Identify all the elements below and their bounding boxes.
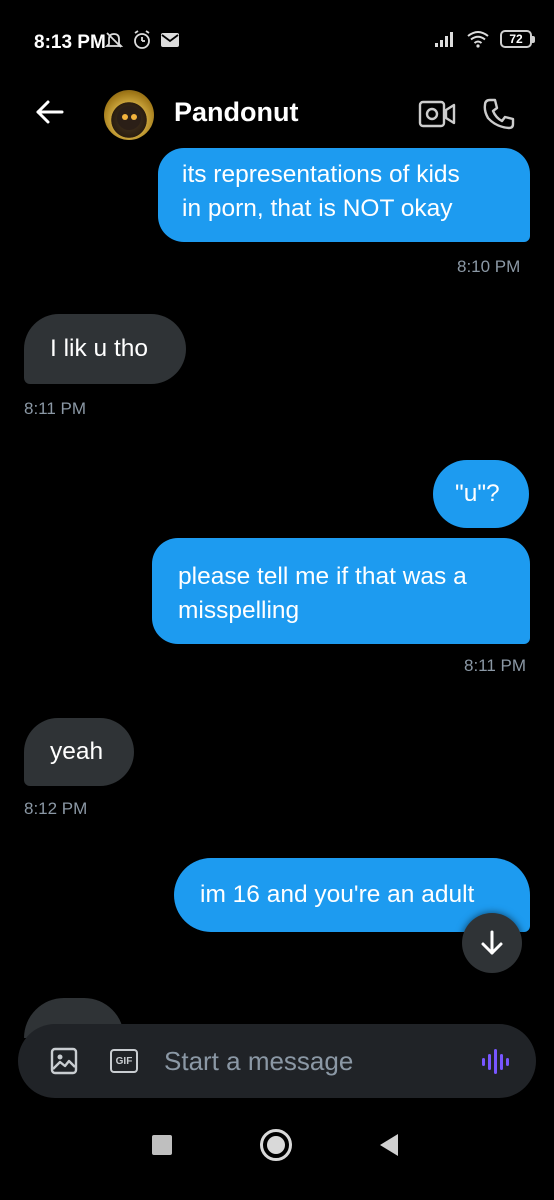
scroll-to-bottom-button[interactable] — [462, 913, 522, 973]
status-right: 72 — [434, 30, 535, 48]
recent-apps-button[interactable] — [152, 1135, 172, 1155]
message-timestamp: 8:12 PM — [24, 799, 88, 818]
phone-icon[interactable] — [482, 97, 516, 131]
message-bubble-sent[interactable]: please tell me if that was a misspelling — [152, 538, 530, 644]
gif-button[interactable]: GIF — [110, 1049, 138, 1073]
wifi-icon — [467, 31, 489, 48]
home-button[interactable] — [260, 1129, 292, 1161]
avatar-eye-left — [122, 114, 128, 120]
arrow-down-icon — [481, 930, 503, 955]
message-bubble-received[interactable]: yeah — [24, 718, 134, 786]
avatar-eye-right — [131, 114, 137, 120]
back-button[interactable] — [380, 1134, 398, 1156]
status-icons-left — [104, 30, 180, 50]
arrow-left-icon[interactable] — [34, 98, 66, 126]
battery-indicator: 72 — [500, 30, 535, 48]
avatar-face — [117, 106, 141, 130]
message-bubble-received[interactable]: I lik u tho — [24, 314, 186, 384]
image-icon[interactable] — [50, 1047, 78, 1075]
message-timestamp: 8:11 PM — [24, 399, 87, 418]
signal-icon — [435, 32, 453, 47]
avatar[interactable] — [104, 90, 154, 140]
message-bubble-sent[interactable]: "u"? — [433, 460, 529, 528]
mail-icon — [161, 33, 179, 47]
voice-waveform-icon[interactable] — [480, 1046, 510, 1076]
alarm-icon — [134, 30, 150, 49]
message-timestamp: 8:10 PM — [457, 257, 521, 276]
status-time: 8:13 PM — [34, 32, 106, 53]
video-call-icon[interactable] — [418, 100, 456, 128]
contact-name[interactable]: Pandonut — [174, 97, 298, 128]
message-timestamp: 8:11 PM — [464, 656, 527, 675]
message-input[interactable]: Start a message — [164, 1046, 353, 1077]
message-bubble-sent[interactable]: its representations of kids in porn, tha… — [158, 148, 530, 242]
bell-off-icon — [104, 32, 124, 48]
home-button-dot — [267, 1136, 285, 1154]
